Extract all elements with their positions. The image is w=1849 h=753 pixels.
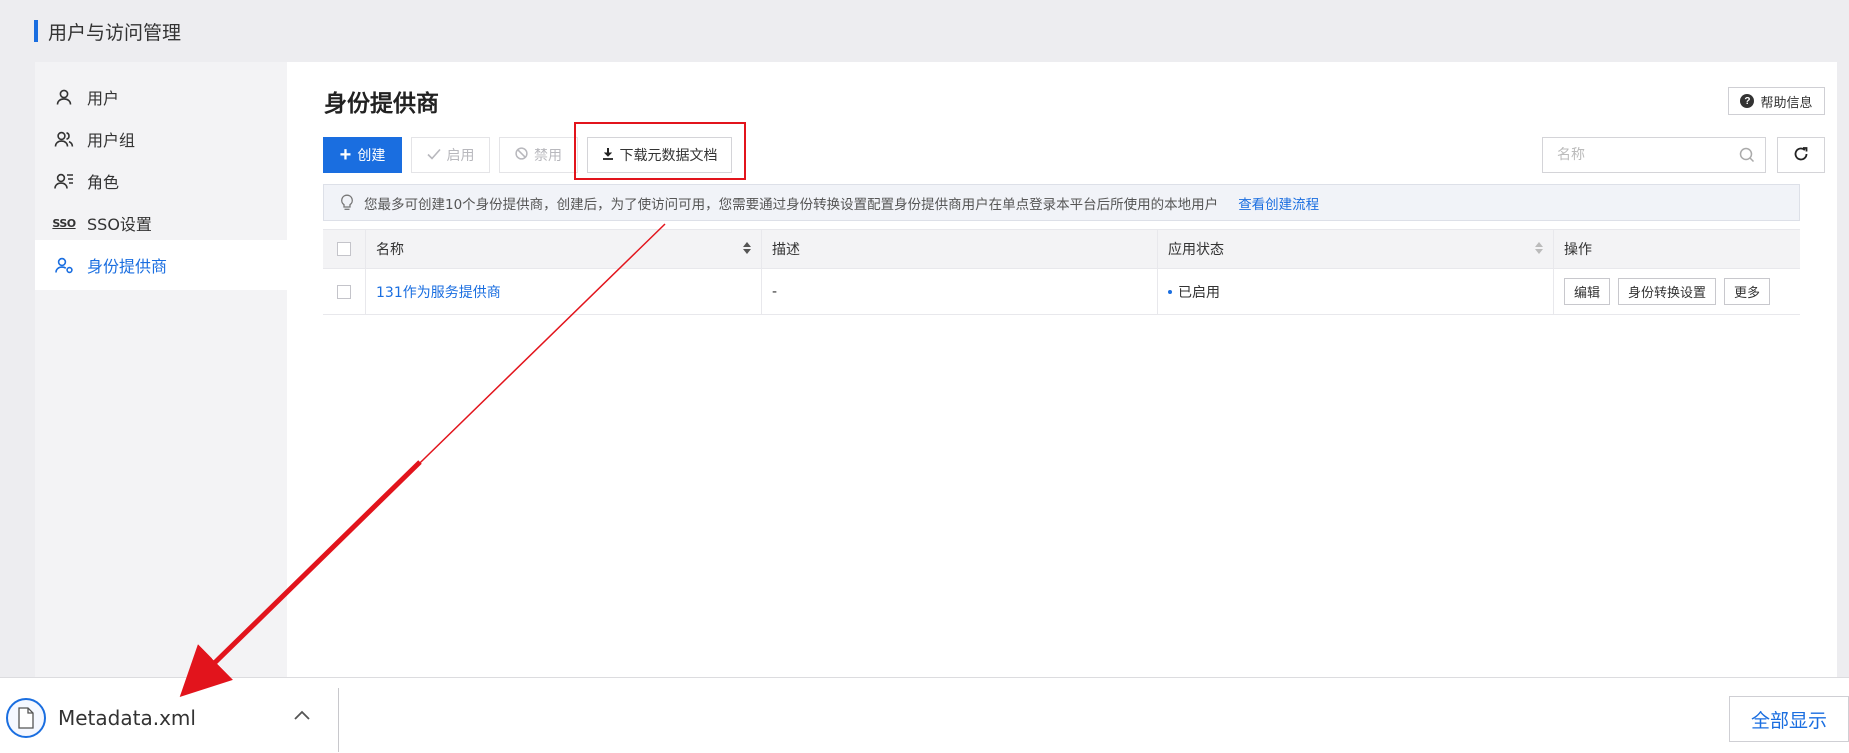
enable-label: 启用 (446, 147, 475, 163)
lightbulb-icon (340, 194, 354, 211)
disable-button[interactable]: 禁用 (499, 137, 578, 173)
user-group-icon (53, 128, 75, 150)
app-title-text: 用户与访问管理 (48, 21, 182, 44)
refresh-icon (1793, 146, 1809, 165)
show-all-button[interactable]: 全部显示 (1729, 696, 1849, 742)
column-header-label: 名称 (376, 242, 404, 258)
role-icon (53, 170, 75, 192)
identity-provider-table: 名称 描述 应用状态 操作 131作为服务提供商 - 已启用 编辑 身份转换设置… (323, 229, 1800, 315)
page-title: 身份提供商 (324, 91, 439, 117)
sort-icon[interactable] (743, 242, 751, 254)
search-input[interactable] (1557, 147, 1737, 163)
status-cell: 已启用 (1157, 269, 1553, 314)
disable-label: 禁用 (534, 147, 562, 163)
column-header-actions: 操作 (1553, 230, 1800, 268)
refresh-button[interactable] (1777, 137, 1825, 173)
column-header-label: 应用状态 (1168, 242, 1224, 258)
sidebar-item-label: 用户组 (87, 131, 136, 150)
user-icon (53, 86, 75, 108)
sidebar-item-label: 角色 (87, 173, 120, 192)
column-header-label: 描述 (772, 242, 800, 258)
sidebar-item-label: SSO设置 (87, 215, 152, 234)
download-bar: Metadata.xml 全部显示 (0, 677, 1849, 753)
app-title: 用户与访问管理 (34, 18, 181, 44)
annotation-highlight-box (574, 122, 746, 180)
search-icon (1739, 147, 1755, 167)
view-creation-flow-link[interactable]: 查看创建流程 (1238, 193, 1319, 213)
name-cell: 131作为服务提供商 (365, 269, 761, 314)
download-file-name: Metadata.xml (58, 706, 196, 730)
create-label: 创建 (357, 147, 386, 163)
select-all-cell (323, 230, 365, 268)
status-dot (1168, 289, 1172, 294)
help-button[interactable]: ? 帮助信息 (1728, 87, 1825, 115)
search-box[interactable] (1542, 137, 1766, 173)
sidebar-item-identity-providers[interactable]: 身份提供商 (35, 240, 287, 290)
status-text: 已启用 (1178, 284, 1220, 301)
sidebar: 用户 用户组 角色 SSO SSO设置 身份提供商 (35, 62, 287, 677)
identity-provider-icon (53, 254, 75, 276)
help-icon: ? (1740, 94, 1755, 108)
select-all-checkbox[interactable] (337, 242, 351, 256)
ban-icon (515, 147, 528, 163)
provider-name-link[interactable]: 131作为服务提供商 (376, 282, 501, 302)
download-bar-separator (338, 688, 339, 752)
help-label: 帮助信息 (1760, 94, 1813, 110)
column-header-name[interactable]: 名称 (365, 230, 761, 268)
table-row: 131作为服务提供商 - 已启用 编辑 身份转换设置 更多 (323, 269, 1800, 315)
main-panel: 身份提供商 ? 帮助信息 + 创建 启用 禁用 下载元数据文档 名称 您最多可创… (287, 62, 1837, 677)
plus-icon: + (339, 144, 352, 166)
table-header: 名称 描述 应用状态 操作 (323, 229, 1800, 269)
column-header-description: 描述 (761, 230, 1157, 268)
info-notice: 您最多可创建10个身份提供商，创建后，为了使访问可用，您需要通过身份转换设置配置… (323, 184, 1800, 221)
download-item[interactable]: Metadata.xml (6, 698, 196, 738)
actions-cell: 编辑 身份转换设置 更多 (1553, 269, 1800, 314)
identity-mapping-button[interactable]: 身份转换设置 (1618, 278, 1717, 305)
column-header-label: 操作 (1564, 242, 1592, 258)
chevron-up-icon[interactable] (293, 706, 311, 725)
notice-text: 您最多可创建10个身份提供商，创建后，为了使访问可用，您需要通过身份转换设置配置… (364, 196, 1219, 213)
more-button[interactable]: 更多 (1724, 278, 1771, 305)
sidebar-item-label: 用户 (87, 89, 120, 108)
check-icon (426, 147, 441, 163)
create-button[interactable]: + 创建 (323, 137, 402, 173)
edit-button[interactable]: 编辑 (1564, 278, 1611, 305)
sidebar-item-label: 身份提供商 (87, 257, 168, 276)
title-accent-bar (34, 20, 38, 42)
column-header-status[interactable]: 应用状态 (1157, 230, 1553, 268)
sort-icon[interactable] (1535, 242, 1543, 254)
file-icon (6, 698, 46, 738)
sso-icon: SSO (52, 216, 76, 230)
enable-button[interactable]: 启用 (411, 137, 490, 173)
description-cell: - (761, 269, 1157, 314)
row-select-cell (323, 269, 365, 314)
row-checkbox[interactable] (337, 284, 351, 299)
